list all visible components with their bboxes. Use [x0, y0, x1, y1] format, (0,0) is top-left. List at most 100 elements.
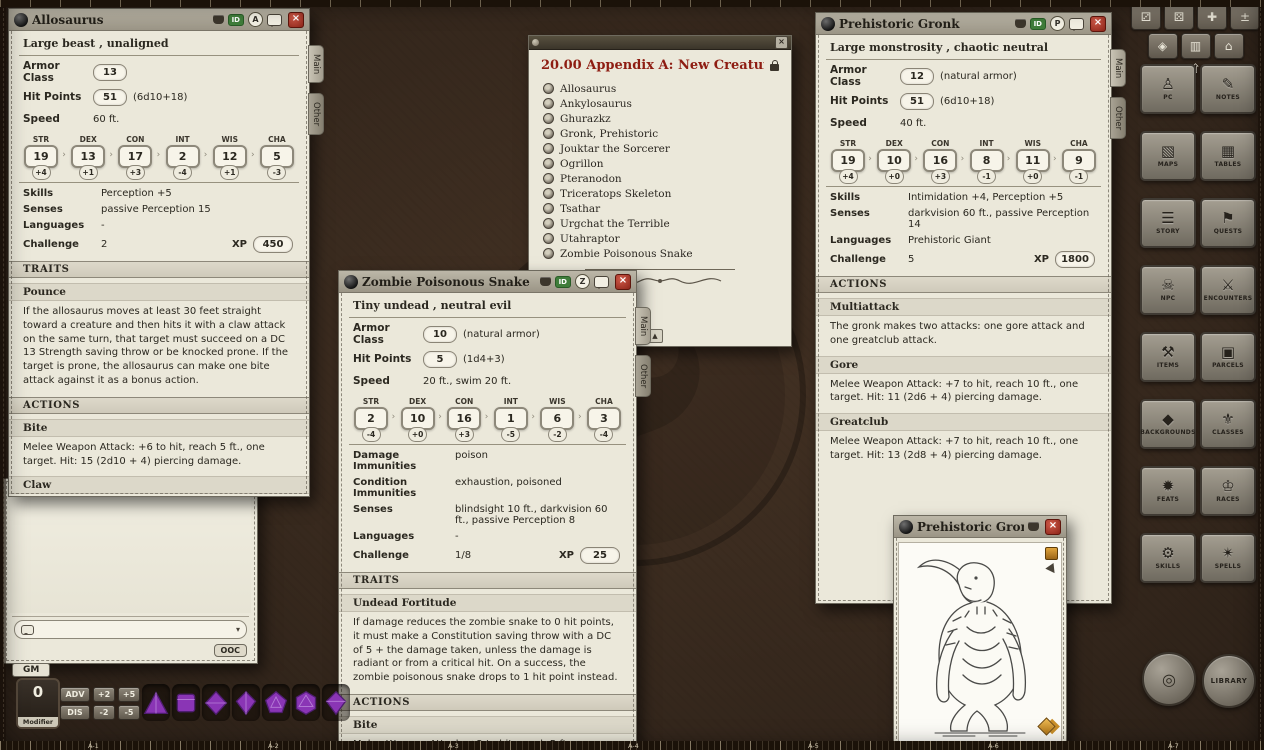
ability-score[interactable]: STR 2 -4: [351, 397, 391, 442]
close-button[interactable]: ×: [1045, 519, 1061, 535]
sidebar-button[interactable]: ✎ NOTES: [1200, 64, 1256, 114]
window-titlebar[interactable]: Prehistoric Gronk ID P ×: [816, 13, 1111, 35]
window-titlebar[interactable]: Prehistoric Gronk ×: [894, 516, 1066, 538]
chat-log[interactable]: [10, 485, 251, 613]
sidebar-button[interactable]: ▧ MAPS: [1140, 131, 1196, 181]
modifier-stack[interactable]: 0 Modifier: [16, 678, 60, 729]
toolbar-button[interactable]: ▥: [1181, 33, 1211, 59]
sidebar-button[interactable]: ▦ TABLES: [1200, 131, 1256, 181]
share-chat-icon[interactable]: [267, 14, 282, 26]
window-titlebar[interactable]: Zombie Poisonous Snake ID Z ×: [339, 271, 636, 293]
chat-mode-dropdown-icon[interactable]: ▾: [236, 625, 240, 634]
ability-score[interactable]: CON 16 +3: [920, 139, 960, 184]
armor-class-value[interactable]: 12: [900, 68, 934, 85]
creature-link[interactable]: Ghurazkz: [543, 111, 777, 126]
action-name[interactable]: Multiattack: [816, 298, 1111, 316]
d8-icon[interactable]: [202, 684, 230, 721]
toolbar-button[interactable]: ◈: [1148, 33, 1178, 59]
close-button[interactable]: ×: [288, 12, 304, 28]
action-name[interactable]: Claw: [9, 476, 309, 494]
trait-name[interactable]: Undead Fortitude: [339, 594, 636, 612]
d100-icon[interactable]: [322, 684, 350, 721]
identified-badge[interactable]: ID: [555, 276, 571, 288]
ability-score[interactable]: STR 19 +4: [828, 139, 868, 184]
creature-link[interactable]: Ankylosaurus: [543, 96, 777, 111]
identified-badge[interactable]: ID: [1030, 18, 1046, 30]
creature-link[interactable]: Tsathar: [543, 201, 777, 216]
ability-score[interactable]: CON 16 +3: [444, 397, 484, 442]
window-side-tab[interactable]: Other: [1110, 97, 1126, 139]
ability-score[interactable]: WIS 6 -2: [537, 397, 577, 442]
d6-icon[interactable]: [172, 684, 200, 721]
modifier-button[interactable]: +2: [93, 687, 115, 702]
creature-link[interactable]: Gronk, Prehistoric: [543, 126, 777, 141]
creature-link[interactable]: Urgchat the Terrible: [543, 216, 777, 231]
ability-score[interactable]: CHA 5 -3: [257, 135, 297, 180]
close-button[interactable]: ×: [1090, 16, 1106, 32]
trait-name[interactable]: Pounce: [9, 283, 309, 301]
identified-badge[interactable]: ID: [228, 14, 244, 26]
share-chat-icon[interactable]: [1069, 18, 1084, 30]
sidebar-button[interactable]: ✹ FEATS: [1140, 466, 1196, 516]
creature-link[interactable]: Zombie Poisonous Snake: [543, 246, 777, 261]
ability-score[interactable]: INT 2 -4: [163, 135, 203, 180]
token-bag-icon[interactable]: [1028, 522, 1039, 531]
ability-score[interactable]: CHA 9 -1: [1059, 139, 1099, 184]
modifier-button[interactable]: -5: [118, 705, 140, 720]
xp-value[interactable]: 25: [580, 547, 620, 564]
pin-icon[interactable]: [532, 39, 539, 46]
share-chat-icon[interactable]: [594, 276, 609, 288]
modifier-button[interactable]: -2: [93, 705, 115, 720]
radial-menu-icon[interactable]: [344, 275, 358, 289]
close-button[interactable]: ×: [615, 274, 631, 290]
sidebar-button[interactable]: ⚜ CLASSES: [1200, 399, 1256, 449]
window-drag-bar[interactable]: ×: [529, 36, 791, 50]
sidebar-button[interactable]: ⚒ ITEMS: [1140, 332, 1196, 382]
sidebar-button[interactable]: ⚔ ENCOUNTERS: [1200, 265, 1256, 315]
ability-score[interactable]: WIS 11 +0: [1013, 139, 1053, 184]
paintbrush-icon[interactable]: [1045, 547, 1058, 560]
token-bag-icon[interactable]: [213, 15, 224, 24]
action-name[interactable]: Gore: [816, 356, 1111, 374]
action-name[interactable]: Bite: [339, 716, 636, 734]
sidebar-button[interactable]: ☠ NPC: [1140, 265, 1196, 315]
toolbar-button[interactable]: ±: [1230, 4, 1260, 30]
d20-icon[interactable]: [292, 684, 320, 721]
radial-menu-icon[interactable]: [899, 520, 913, 534]
token-letter-badge[interactable]: P: [1050, 16, 1065, 31]
armor-class-value[interactable]: 13: [93, 64, 127, 81]
ability-score[interactable]: DEX 13 +1: [68, 135, 108, 180]
action-name[interactable]: Greatclub: [816, 413, 1111, 431]
xp-value[interactable]: 1800: [1055, 251, 1095, 268]
sidebar-button[interactable]: ♔ RACES: [1200, 466, 1256, 516]
sidebar-button[interactable]: ▣ PARCELS: [1200, 332, 1256, 382]
sidebar-button[interactable]: ☰ STORY: [1140, 198, 1196, 248]
d12-icon[interactable]: [262, 684, 290, 721]
window-side-tab[interactable]: Main: [635, 307, 651, 345]
sidebar-button[interactable]: ⚙ SKILLS: [1140, 533, 1196, 583]
creature-link[interactable]: Ogrillon: [543, 156, 777, 171]
chat-input[interactable]: [38, 623, 232, 636]
token-bag-icon[interactable]: [1015, 19, 1026, 28]
token-letter-badge[interactable]: A: [248, 12, 263, 27]
sidebar-button[interactable]: ⚑ QUESTS: [1200, 198, 1256, 248]
ability-score[interactable]: STR 19 +4: [21, 135, 61, 180]
token-bag-icon[interactable]: [540, 277, 551, 286]
radial-menu-icon[interactable]: [821, 17, 835, 31]
creature-link[interactable]: Jouktar the Sorcerer: [543, 141, 777, 156]
sidebar-button[interactable]: ♙ PC: [1140, 64, 1196, 114]
window-titlebar[interactable]: Allosaurus ID A ×: [9, 9, 309, 31]
armor-class-value[interactable]: 10: [423, 326, 457, 343]
creature-link[interactable]: Pteranodon: [543, 171, 777, 186]
ability-score[interactable]: INT 8 -1: [967, 139, 1007, 184]
token-letter-badge[interactable]: Z: [575, 274, 590, 289]
xp-value[interactable]: 450: [253, 236, 293, 253]
d10-icon[interactable]: [232, 684, 260, 721]
modifier-button[interactable]: +5: [118, 687, 140, 702]
ability-score[interactable]: DEX 10 +0: [874, 139, 914, 184]
creature-link[interactable]: Utahraptor: [543, 231, 777, 246]
hit-points-value[interactable]: 51: [93, 89, 127, 106]
modifier-button[interactable]: DIS: [60, 705, 90, 720]
modifier-button[interactable]: ADV: [60, 687, 90, 702]
speaker-identity-label[interactable]: GM: [12, 663, 50, 677]
